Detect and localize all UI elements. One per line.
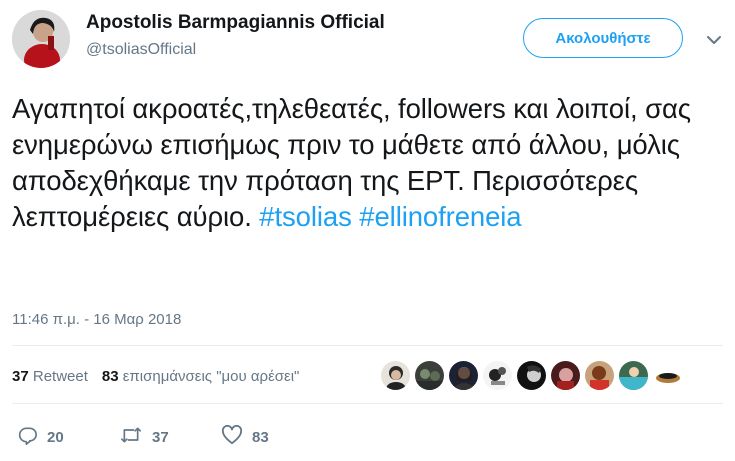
- liker-avatar[interactable]: [381, 361, 410, 390]
- like-count: 83: [252, 428, 269, 446]
- retweet-action-count: 37: [152, 428, 169, 446]
- tweet-actions: 20 37 83: [18, 424, 269, 449]
- author-handle[interactable]: @tsoliasOfficial: [86, 41, 196, 59]
- retweet-stat[interactable]: 37 Retweet: [12, 368, 88, 385]
- chevron-down-icon[interactable]: [702, 28, 726, 52]
- retweet-count: 37: [12, 368, 29, 385]
- tweet-text: Αγαπητοί ακροατές,τηλεθεατές, followers …: [12, 91, 722, 235]
- tweet-body: Αγαπητοί ακροατές,τηλεθεατές, followers …: [12, 93, 691, 232]
- author-avatar[interactable]: [12, 10, 70, 68]
- likes-stat-label: επισημάνσεις "μου αρέσει": [122, 368, 300, 385]
- hashtag-link[interactable]: #ellinofreneia: [359, 201, 521, 232]
- retweet-button[interactable]: 37: [119, 425, 221, 449]
- liker-avatars: [381, 361, 682, 393]
- follow-button[interactable]: Ακολουθήστε: [523, 18, 683, 58]
- liker-avatar[interactable]: [483, 361, 512, 390]
- liker-avatar[interactable]: [585, 361, 614, 390]
- engagement-stats: 37 Retweet 83 επισημάνσεις "μου αρέσει": [12, 368, 299, 385]
- liker-avatar[interactable]: [517, 361, 546, 390]
- tweet-timestamp[interactable]: 11:46 π.μ. - 16 Μαρ 2018: [12, 311, 181, 328]
- divider: [12, 403, 723, 404]
- like-button[interactable]: 83: [221, 424, 269, 449]
- author-name[interactable]: Apostolis Barmpagiannis Official: [86, 12, 385, 34]
- liker-avatar[interactable]: [551, 361, 580, 390]
- reply-button[interactable]: 20: [18, 425, 119, 449]
- like-icon: [221, 424, 243, 449]
- liker-avatar[interactable]: [449, 361, 478, 390]
- liker-avatar[interactable]: [653, 361, 682, 390]
- tweet-card: Apostolis Barmpagiannis Official @tsolia…: [0, 0, 735, 461]
- reply-icon: [18, 425, 38, 449]
- avatar-image: [12, 10, 70, 68]
- hashtag-link[interactable]: #tsolias: [259, 201, 352, 232]
- retweet-icon: [119, 425, 143, 449]
- liker-avatar[interactable]: [415, 361, 444, 390]
- likes-count: 83: [101, 368, 119, 385]
- reply-count: 20: [47, 428, 64, 446]
- divider: [12, 345, 723, 346]
- likes-stat[interactable]: 83 επισημάνσεις "μου αρέσει": [102, 368, 300, 385]
- liker-avatar[interactable]: [619, 361, 648, 390]
- retweet-stat-label: Retweet: [32, 368, 88, 385]
